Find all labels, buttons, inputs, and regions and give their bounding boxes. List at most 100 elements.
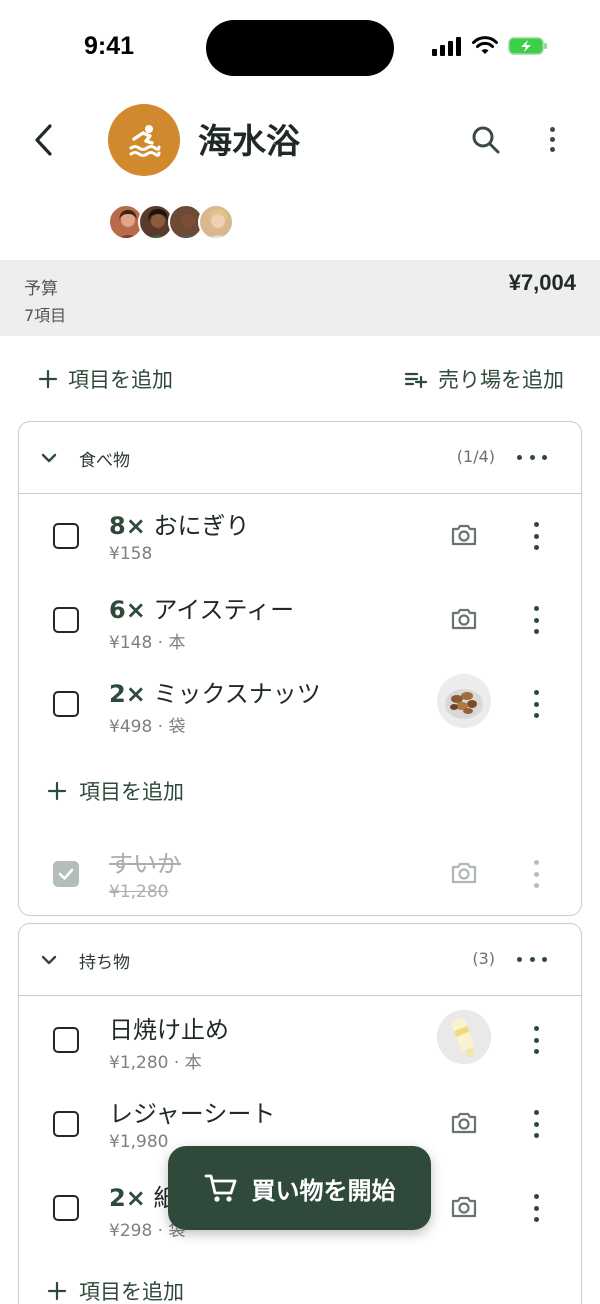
chevron-down-icon[interactable] bbox=[39, 950, 59, 970]
item-quantity: 6× bbox=[109, 596, 146, 624]
dot-icon bbox=[533, 1217, 539, 1222]
item-name: レジャーシート bbox=[109, 1100, 276, 1128]
plus-icon bbox=[47, 781, 67, 801]
item-checkbox[interactable] bbox=[53, 1027, 79, 1053]
section-header[interactable]: 持ち物 (3) bbox=[19, 924, 581, 996]
item-checkbox[interactable] bbox=[53, 691, 79, 717]
chevron-down-icon[interactable] bbox=[39, 448, 59, 468]
camera-icon[interactable] bbox=[449, 1108, 479, 1138]
dot-icon bbox=[533, 522, 539, 527]
item-menu-button[interactable] bbox=[531, 860, 541, 888]
camera-icon[interactable] bbox=[449, 858, 479, 888]
item-quantity: 8× bbox=[109, 512, 146, 540]
item-name: すいか bbox=[109, 850, 181, 878]
playlist-add-icon bbox=[404, 372, 428, 389]
item-menu-button[interactable] bbox=[531, 606, 541, 634]
item-checkbox-checked[interactable] bbox=[53, 861, 79, 887]
dot-icon bbox=[549, 146, 555, 152]
dot-icon bbox=[533, 1037, 539, 1043]
dot-icon bbox=[533, 1026, 539, 1031]
start-shopping-button[interactable]: 買い物を開始 bbox=[168, 1146, 431, 1230]
item-menu-button[interactable] bbox=[531, 1110, 541, 1138]
item-price: ¥148 · 本 bbox=[109, 633, 186, 653]
search-button[interactable] bbox=[470, 124, 502, 156]
section-add-item-button[interactable]: 項目を追加 bbox=[47, 776, 184, 806]
item-quantity: 2× bbox=[109, 680, 146, 708]
item-count: 7項目 bbox=[24, 306, 67, 325]
dot-icon bbox=[533, 1121, 539, 1127]
section-menu-button[interactable] bbox=[517, 948, 547, 970]
status-time: 9:41 bbox=[84, 32, 135, 60]
item-name: ミックスナッツ bbox=[153, 680, 321, 708]
more-options-button[interactable] bbox=[540, 122, 564, 156]
list-item[interactable]: 6× アイスティー ¥148 · 本 bbox=[19, 580, 581, 664]
item-checkbox[interactable] bbox=[53, 1195, 79, 1221]
back-button[interactable] bbox=[28, 120, 58, 160]
camera-icon[interactable] bbox=[449, 1192, 479, 1222]
item-name-line: レジャーシート bbox=[109, 1094, 275, 1129]
add-section-button[interactable]: 売り場を追加 bbox=[404, 364, 564, 394]
dot-icon bbox=[517, 454, 522, 460]
item-menu-button[interactable] bbox=[531, 690, 541, 718]
nuts-photo[interactable] bbox=[437, 674, 491, 728]
add-item-label: 項目を追加 bbox=[68, 368, 173, 392]
sunscreen-photo[interactable] bbox=[437, 1010, 491, 1064]
item-checkbox[interactable] bbox=[53, 523, 79, 549]
section-header[interactable]: 食べ物 (1/4) bbox=[19, 422, 581, 494]
dot-icon bbox=[533, 860, 539, 865]
sunscreen-image bbox=[437, 1010, 491, 1064]
check-icon bbox=[58, 868, 74, 880]
member-avatar bbox=[198, 204, 234, 240]
item-menu-button[interactable] bbox=[531, 1026, 541, 1054]
member-avatars[interactable] bbox=[108, 204, 234, 244]
battery-icon bbox=[508, 37, 547, 55]
status-bar: 9:41 bbox=[0, 0, 600, 96]
nuts-image bbox=[437, 674, 491, 728]
list-item[interactable]: 日焼け止め ¥1,280 · 本 bbox=[19, 1000, 581, 1084]
dot-icon bbox=[533, 1133, 539, 1138]
item-menu-button[interactable] bbox=[531, 522, 541, 550]
list-item[interactable]: 2× ミックスナッツ ¥498 · 袋 bbox=[19, 664, 581, 748]
list-item[interactable]: 8× おにぎり ¥158 bbox=[19, 496, 581, 580]
item-name-line: 6× アイスティー bbox=[109, 590, 294, 625]
add-item-button[interactable]: 項目を追加 bbox=[38, 364, 173, 394]
dot-icon bbox=[533, 871, 539, 877]
section-title: 持ち物 bbox=[79, 953, 130, 973]
item-price: ¥158 bbox=[109, 544, 153, 564]
item-price: ¥1,980 bbox=[109, 1132, 169, 1152]
cart-icon bbox=[204, 1174, 236, 1202]
list-item-checked[interactable]: すいか ¥1,280 bbox=[19, 834, 581, 915]
section-card-food: 食べ物 (1/4) 8× おにぎり ¥158 6× アイスティー ¥148 · … bbox=[18, 421, 582, 916]
section-menu-button[interactable] bbox=[517, 446, 547, 468]
budget-total: ¥7,004 bbox=[508, 270, 576, 295]
wifi-icon bbox=[472, 36, 498, 54]
dot-icon bbox=[517, 956, 522, 962]
dot-icon bbox=[533, 533, 539, 539]
item-name: アイスティー bbox=[153, 596, 295, 624]
start-shopping-label: 買い物を開始 bbox=[251, 1176, 396, 1205]
section-add-item-button[interactable]: 項目を追加 bbox=[47, 1276, 184, 1304]
camera-icon[interactable] bbox=[449, 604, 479, 634]
add-section-label: 売り場を追加 bbox=[438, 368, 564, 392]
list-actions: 項目を追加 売り場を追加 bbox=[0, 358, 600, 402]
item-checkbox[interactable] bbox=[53, 1111, 79, 1137]
dot-icon bbox=[533, 1049, 539, 1054]
dynamic-island bbox=[206, 20, 394, 76]
budget-bar: 予算 7項目 ¥7,004 bbox=[0, 260, 600, 336]
plus-icon bbox=[38, 369, 58, 389]
item-checkbox[interactable] bbox=[53, 607, 79, 633]
item-menu-button[interactable] bbox=[531, 1194, 541, 1222]
section-count: (1/4) bbox=[456, 447, 495, 466]
plus-icon bbox=[47, 1281, 67, 1301]
item-name-line: 2× ミックスナッツ bbox=[109, 674, 321, 709]
item-name-line: 8× おにぎり bbox=[109, 506, 249, 541]
dot-icon bbox=[533, 701, 539, 707]
dot-icon bbox=[533, 545, 539, 550]
item-name-line: すいか bbox=[109, 844, 181, 879]
camera-icon[interactable] bbox=[449, 520, 479, 550]
dot-icon bbox=[533, 629, 539, 634]
item-price: ¥1,280 bbox=[109, 882, 169, 902]
list-title: 海水浴 bbox=[198, 122, 300, 162]
dot-icon bbox=[529, 956, 535, 962]
list-avatar[interactable] bbox=[108, 104, 180, 176]
